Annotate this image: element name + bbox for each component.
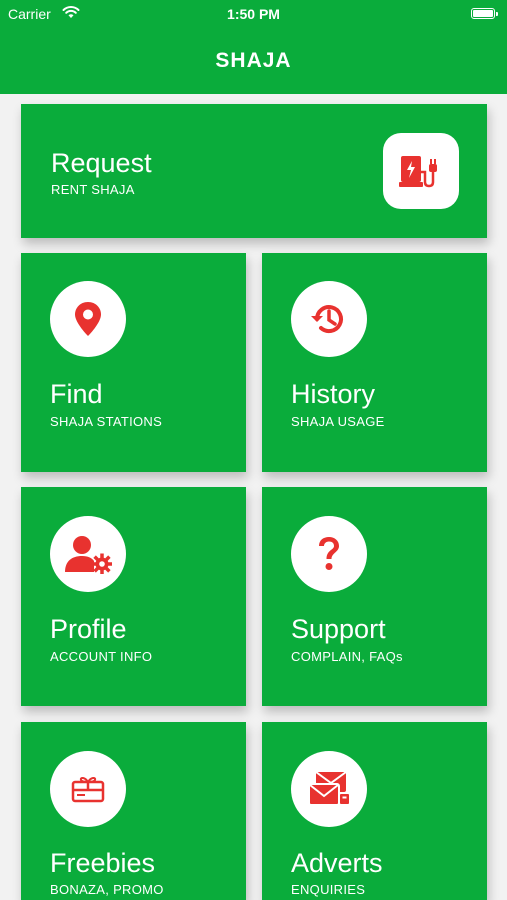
tile-subtitle: SHAJA STATIONS — [50, 414, 163, 429]
adverts-tile[interactable]: Adverts ENQUIRIES — [262, 722, 487, 900]
status-bar: Carrier 1:50 PM — [0, 0, 507, 28]
app-header: SHAJA — [0, 28, 507, 94]
tile-subtitle: ENQUIRIES — [291, 882, 366, 897]
tile-subtitle: COMPLAIN, FAQs — [291, 649, 403, 664]
history-icon — [291, 281, 367, 357]
status-time: 1:50 PM — [227, 6, 280, 22]
tile-title: Request — [51, 148, 152, 178]
tile-title: Freebies — [50, 848, 156, 878]
gift-card-icon — [50, 751, 126, 827]
tile-title: History — [291, 379, 376, 409]
mail-icon — [291, 751, 367, 827]
tile-subtitle: RENT SHAJA — [51, 182, 135, 197]
question-icon — [291, 516, 367, 592]
page-title: SHAJA — [215, 49, 292, 72]
find-tile[interactable]: Find SHAJA STATIONS — [21, 253, 246, 472]
tile-title: Support — [291, 614, 386, 644]
tile-subtitle: BONAZA, PROMO — [50, 882, 164, 897]
tile-title: Find — [50, 379, 103, 409]
tile-subtitle: SHAJA USAGE — [291, 414, 385, 429]
tile-title: Adverts — [291, 848, 383, 878]
user-settings-icon — [50, 516, 126, 592]
ev-charger-icon — [383, 133, 459, 209]
tile-title: Profile — [50, 614, 127, 644]
request-tile[interactable]: Request RENT SHAJA — [21, 104, 487, 238]
tile-subtitle: ACCOUNT INFO — [50, 649, 153, 664]
history-tile[interactable]: History SHAJA USAGE — [262, 253, 487, 472]
freebies-tile[interactable]: Freebies BONAZA, PROMO — [21, 722, 246, 900]
support-tile[interactable]: Support COMPLAIN, FAQs — [262, 487, 487, 706]
battery-icon — [471, 8, 498, 19]
map-pin-icon — [50, 281, 126, 357]
profile-tile[interactable]: Profile ACCOUNT INFO — [21, 487, 246, 706]
